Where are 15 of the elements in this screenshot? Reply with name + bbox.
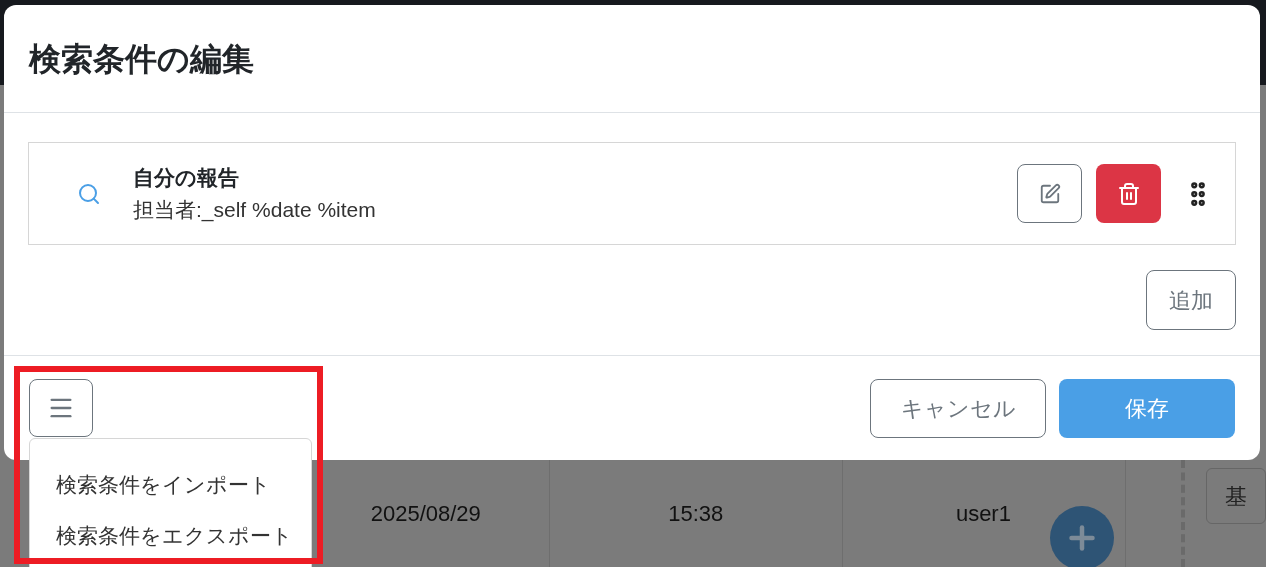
- condition-query: 担当者:_self %date %item: [133, 196, 377, 224]
- edit-icon: [1038, 182, 1061, 205]
- side-button[interactable]: 基: [1206, 468, 1266, 524]
- add-button[interactable]: 追加: [1146, 270, 1236, 330]
- delete-button[interactable]: [1096, 164, 1161, 223]
- dialog-title: 検索条件の編集: [29, 39, 254, 79]
- menu-button[interactable]: [29, 379, 93, 437]
- menu-item[interactable]: 検索条件をインポート: [30, 459, 311, 510]
- search-icon: [77, 181, 101, 206]
- cancel-button[interactable]: キャンセル: [870, 378, 1046, 438]
- trash-icon: [1116, 181, 1141, 206]
- edit-button[interactable]: [1017, 164, 1082, 223]
- condition-name: 自分の報告: [133, 165, 240, 191]
- menu-item[interactable]: 検索条件をエクスポート: [30, 510, 311, 561]
- save-button[interactable]: 保存: [1059, 378, 1235, 438]
